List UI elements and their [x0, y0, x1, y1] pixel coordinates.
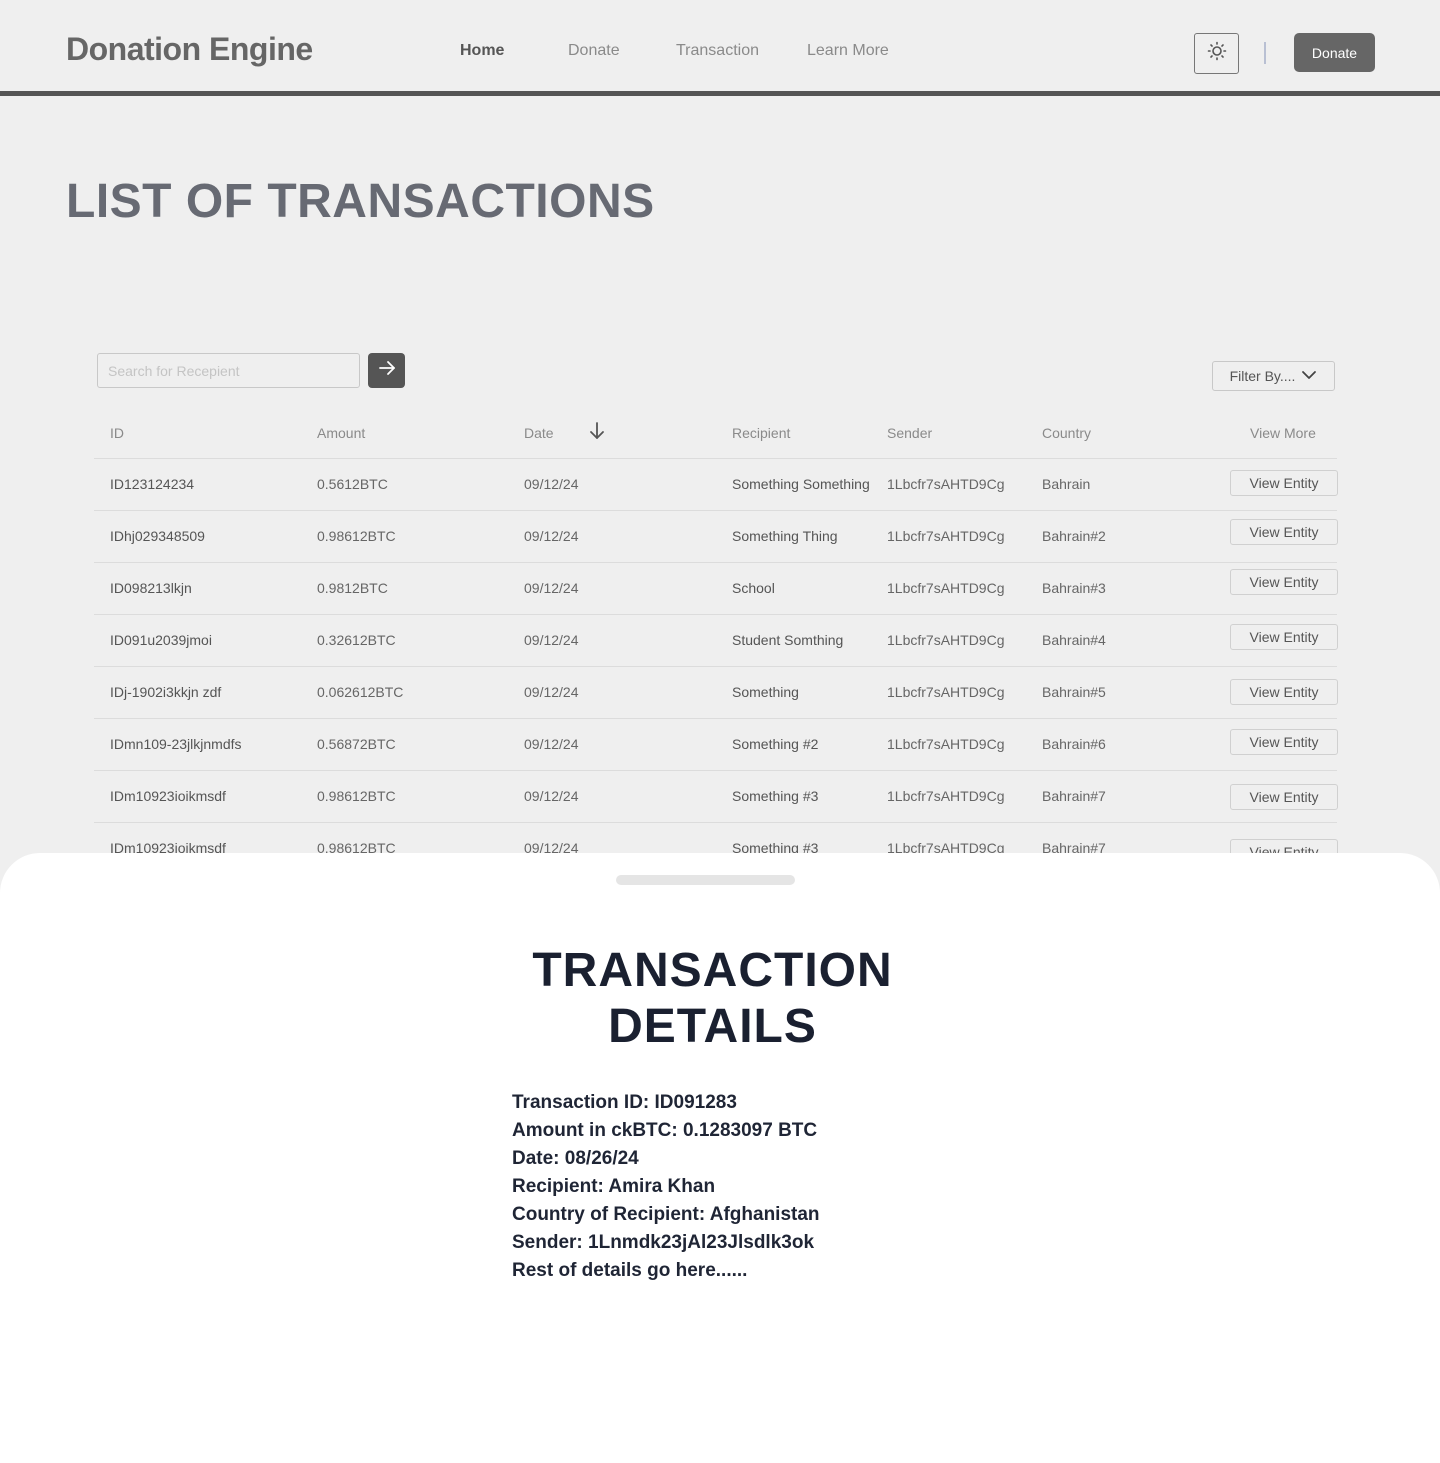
- nav-transaction[interactable]: Transaction: [676, 42, 759, 60]
- column-header-view-more: View More: [1250, 425, 1316, 441]
- cell-date: 09/12/24: [524, 476, 579, 492]
- table-row: IDj-1902i3kkjn zdf 0.062612BTC 09/12/24 …: [94, 666, 1338, 718]
- transaction-details-sheet: TRANSACTION DETAILS Transaction ID: ID09…: [0, 853, 1440, 1463]
- view-entity-button[interactable]: View Entity: [1230, 784, 1338, 810]
- cell-amount: 0.5612BTC: [317, 476, 388, 492]
- table-row: ID123124234 0.5612BTC 09/12/24 Something…: [94, 458, 1338, 510]
- column-header-sender: Sender: [887, 425, 933, 441]
- cell-id: IDj-1902i3kkjn zdf: [110, 684, 222, 700]
- cell-country: Bahrain#7: [1042, 788, 1106, 804]
- cell-country: Bahrain: [1042, 476, 1091, 492]
- page-title: LIST OF TRANSACTIONS: [66, 175, 655, 228]
- nav-donate[interactable]: Donate: [568, 42, 620, 60]
- cell-sender: 1Lbcfr7sAHTD9Cg: [887, 528, 1005, 544]
- donate-button[interactable]: Donate: [1294, 33, 1375, 72]
- detail-rest: Rest of details go here......: [512, 1260, 748, 1281]
- nav-learn-more[interactable]: Learn More: [807, 42, 889, 60]
- cell-date: 09/12/24: [524, 736, 579, 752]
- detail-country: Country of Recipient: Afghanistan: [512, 1204, 820, 1225]
- cell-date: 09/12/24: [524, 632, 579, 648]
- column-header-recipient: Recipient: [732, 425, 791, 441]
- arrow-right-icon: [377, 358, 397, 383]
- column-header-id: ID: [110, 425, 124, 441]
- view-entity-button[interactable]: View Entity: [1230, 679, 1338, 705]
- nav-home[interactable]: Home: [460, 42, 504, 60]
- table-row: ID098213lkjn 0.9812BTC 09/12/24 School 1…: [94, 562, 1338, 614]
- view-entity-button[interactable]: View Entity: [1230, 569, 1338, 595]
- cell-id: IDm10923ioikmsdf: [110, 788, 226, 804]
- cell-amount: 0.98612BTC: [317, 788, 396, 804]
- cell-recipient: Something: [732, 684, 799, 700]
- view-entity-button[interactable]: View Entity: [1230, 519, 1338, 545]
- column-header-date: Date: [524, 425, 554, 441]
- detail-transaction-id: Transaction ID: ID091283: [512, 1092, 737, 1113]
- header-divider: [1264, 42, 1266, 64]
- cell-country: Bahrain#3: [1042, 580, 1106, 596]
- cell-recipient: School: [732, 580, 775, 596]
- detail-sender: Sender: 1Lnmdk23jAl23Jlsdlk3ok: [512, 1232, 815, 1253]
- cell-id: IDmn109-23jlkjnmdfs: [110, 736, 242, 752]
- filter-dropdown[interactable]: Filter By....: [1212, 361, 1335, 391]
- top-navbar: Donation Engine Home Donate Transaction …: [0, 0, 1440, 96]
- cell-id: ID123124234: [110, 476, 195, 492]
- column-header-amount: Amount: [317, 425, 366, 441]
- search-input[interactable]: [97, 353, 360, 388]
- cell-sender: 1Lbcfr7sAHTD9Cg: [887, 476, 1005, 492]
- cell-sender: 1Lbcfr7sAHTD9Cg: [887, 632, 1005, 648]
- detail-amount: Amount in ckBTC: 0.1283097 BTC: [512, 1120, 818, 1141]
- cell-sender: 1Lbcfr7sAHTD9Cg: [887, 684, 1005, 700]
- cell-country: Bahrain#2: [1042, 528, 1106, 544]
- sheet-title-line: DETAILS: [608, 1000, 817, 1053]
- chevron-down-icon: [1301, 368, 1317, 384]
- cell-recipient: Student Somthing: [732, 632, 844, 648]
- table-row: IDmn109-23jlkjnmdfs 0.56872BTC 09/12/24 …: [94, 718, 1338, 770]
- cell-date: 09/12/24: [524, 580, 579, 596]
- cell-country: Bahrain#5: [1042, 684, 1106, 700]
- cell-recipient: Something Thing: [732, 528, 838, 544]
- cell-country: Bahrain#4: [1042, 632, 1106, 648]
- cell-sender: 1Lbcfr7sAHTD9Cg: [887, 788, 1005, 804]
- cell-recipient: Something #2: [732, 736, 819, 752]
- cell-date: 09/12/24: [524, 528, 579, 544]
- cell-country: Bahrain#6: [1042, 736, 1106, 752]
- sun-icon: [1207, 41, 1227, 66]
- table-row: IDm10923ioikmsdf 0.98612BTC 09/12/24 Som…: [94, 770, 1338, 822]
- column-header-country: Country: [1042, 425, 1092, 441]
- cell-date: 09/12/24: [524, 684, 579, 700]
- cell-amount: 0.56872BTC: [317, 736, 396, 752]
- cell-sender: 1Lbcfr7sAHTD9Cg: [887, 580, 1005, 596]
- cell-sender: 1Lbcfr7sAHTD9Cg: [887, 736, 1005, 752]
- view-entity-button[interactable]: View Entity: [1230, 470, 1338, 496]
- filter-label: Filter By....: [1229, 368, 1296, 384]
- cell-id: IDhj029348509: [110, 528, 205, 544]
- cell-amount: 0.32612BTC: [317, 632, 396, 648]
- brand-logo[interactable]: Donation Engine: [66, 31, 313, 68]
- detail-date: Date: 08/26/24: [512, 1148, 639, 1169]
- view-entity-button[interactable]: View Entity: [1230, 729, 1338, 755]
- search-submit-button[interactable]: [368, 353, 405, 388]
- cell-id: ID091u2039jmoi: [110, 632, 212, 648]
- view-entity-button[interactable]: View Entity: [1230, 624, 1338, 650]
- theme-toggle-button[interactable]: [1194, 33, 1239, 74]
- cell-recipient: Something Something: [732, 476, 870, 492]
- arrow-down-icon[interactable]: [587, 421, 607, 446]
- cell-id: ID098213lkjn: [110, 580, 192, 596]
- cell-amount: 0.98612BTC: [317, 528, 396, 544]
- cell-date: 09/12/24: [524, 788, 579, 804]
- cell-recipient: Something #3: [732, 788, 819, 804]
- detail-recipient: Recipient: Amira Khan: [512, 1176, 716, 1197]
- cell-amount: 0.9812BTC: [317, 580, 388, 596]
- cell-amount: 0.062612BTC: [317, 684, 404, 700]
- sheet-title: TRANSACTION DETAILS: [0, 943, 1425, 1055]
- table-row: ID091u2039jmoi 0.32612BTC 09/12/24 Stude…: [94, 614, 1338, 666]
- table-row: IDhj029348509 0.98612BTC 09/12/24 Someth…: [94, 510, 1338, 562]
- sheet-drag-handle[interactable]: [616, 875, 795, 885]
- transaction-details: Transaction ID: ID091283 Amount in ckBTC…: [512, 1089, 820, 1285]
- sheet-title-line: TRANSACTION: [532, 944, 893, 997]
